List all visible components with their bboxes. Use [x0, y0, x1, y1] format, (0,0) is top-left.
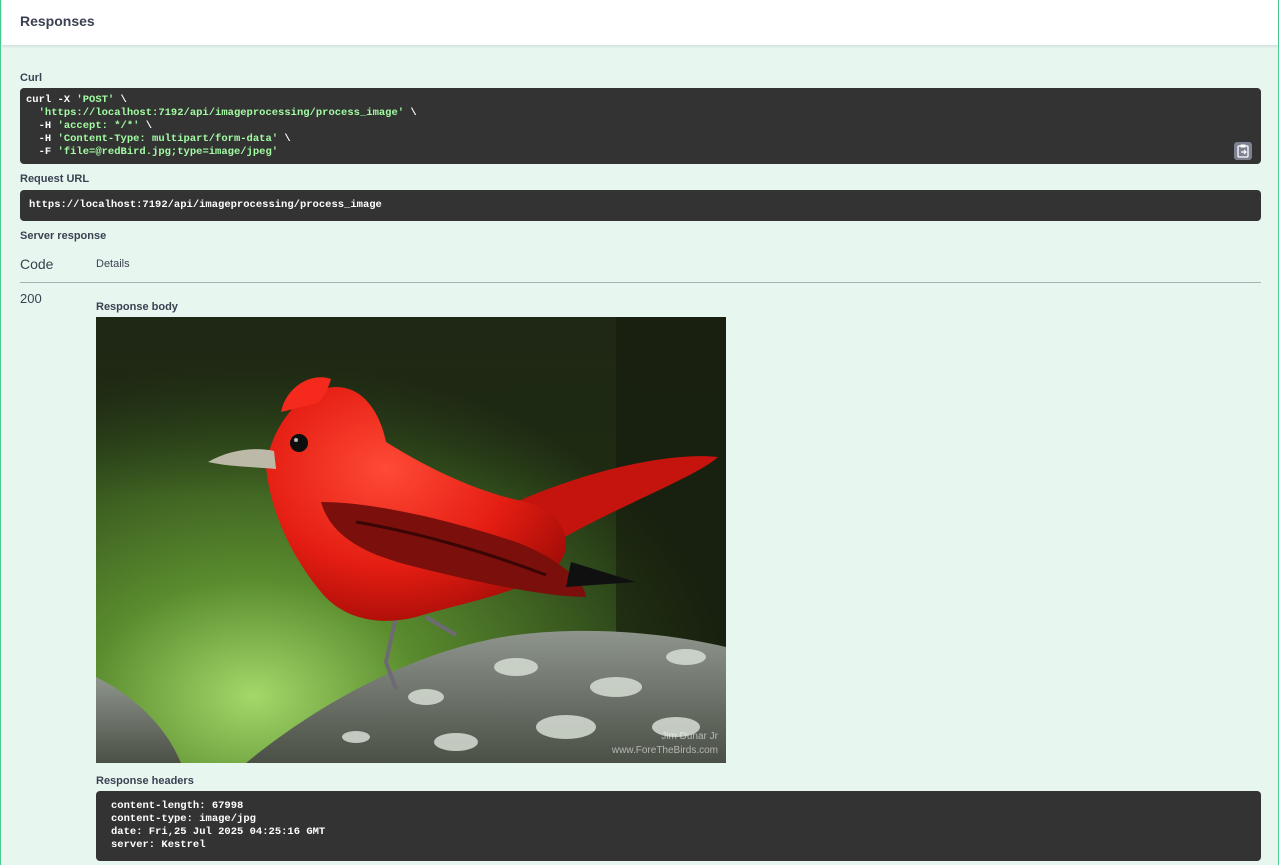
curl-line-continuation: \ — [114, 94, 127, 106]
details-column-header: Details — [96, 258, 130, 270]
curl-line: -F 'file=@redBird.jpg;type=image/jpeg' — [26, 146, 278, 159]
curl-line-string: 'Content-Type: multipart/form-data' — [57, 133, 279, 145]
curl-line: -H 'Content-Type: multipart/form-data' \ — [26, 133, 291, 146]
curl-line-string: 'POST' — [76, 94, 115, 106]
response-header-line: server: Kestrel — [111, 839, 206, 851]
curl-line-command: curl -X — [26, 94, 77, 106]
curl-line-continuation: \ — [139, 120, 153, 132]
curl-line-string: 'accept: */*' — [57, 120, 140, 132]
curl-line-command — [26, 107, 39, 119]
curl-line-string: 'file=@redBird.jpg;type=image/jpeg' — [57, 146, 279, 158]
curl-line-string: 'https://localhost:7192/api/imageprocess… — [38, 107, 405, 119]
curl-line-command: -H — [26, 120, 58, 132]
table-divider — [20, 282, 1261, 283]
curl-line-command: -F — [26, 146, 58, 158]
response-body-image: Jim Dunar Jr www.ForeTheBirds.com — [96, 317, 726, 763]
curl-line-continuation: \ — [278, 133, 291, 145]
responses-title: Responses — [20, 13, 95, 29]
curl-label: Curl — [20, 72, 42, 84]
responses-panel: Responses Curl curl -X 'POST' \ 'https:/… — [0, 0, 1279, 865]
response-headers-label: Response headers — [96, 775, 194, 787]
code-column-header: Code — [20, 256, 54, 272]
curl-line: curl -X 'POST' \ — [26, 94, 127, 107]
request-url-value: https://localhost:7192/api/imageprocessi… — [29, 199, 382, 211]
copy-to-clipboard-button[interactable] — [1234, 142, 1252, 160]
request-url-box[interactable]: https://localhost:7192/api/imageprocessi… — [20, 190, 1261, 221]
request-url-label: Request URL — [20, 173, 90, 185]
response-status-code: 200 — [20, 291, 42, 306]
server-response-label: Server response — [20, 230, 107, 242]
red-bird-image: Jim Dunar Jr www.ForeTheBirds.com — [96, 317, 726, 763]
responses-header: Responses — [2, 0, 1278, 46]
response-body-label: Response body — [96, 301, 178, 313]
response-header-line: date: Fri,25 Jul 2025 04:25:16 GMT — [111, 826, 326, 838]
curl-line: -H 'accept: */*' \ — [26, 120, 152, 133]
response-headers-block[interactable]: content-length: 67998 content-type: image… — [96, 791, 1261, 861]
curl-line: 'https://localhost:7192/api/imageprocess… — [26, 107, 417, 120]
response-header-line: content-length: 67998 — [111, 800, 244, 812]
clipboard-copy-icon — [1237, 144, 1249, 158]
curl-code-block[interactable]: curl -X 'POST' \ 'https://localhost:7192… — [20, 88, 1261, 164]
response-header-line: content-type: image/jpg — [111, 813, 256, 825]
svg-text:Jim Dunar Jr: Jim Dunar Jr — [661, 731, 718, 742]
curl-line-command: -H — [26, 133, 58, 145]
svg-text:www.ForeTheBirds.com: www.ForeTheBirds.com — [611, 745, 718, 756]
curl-line-continuation: \ — [404, 107, 417, 119]
